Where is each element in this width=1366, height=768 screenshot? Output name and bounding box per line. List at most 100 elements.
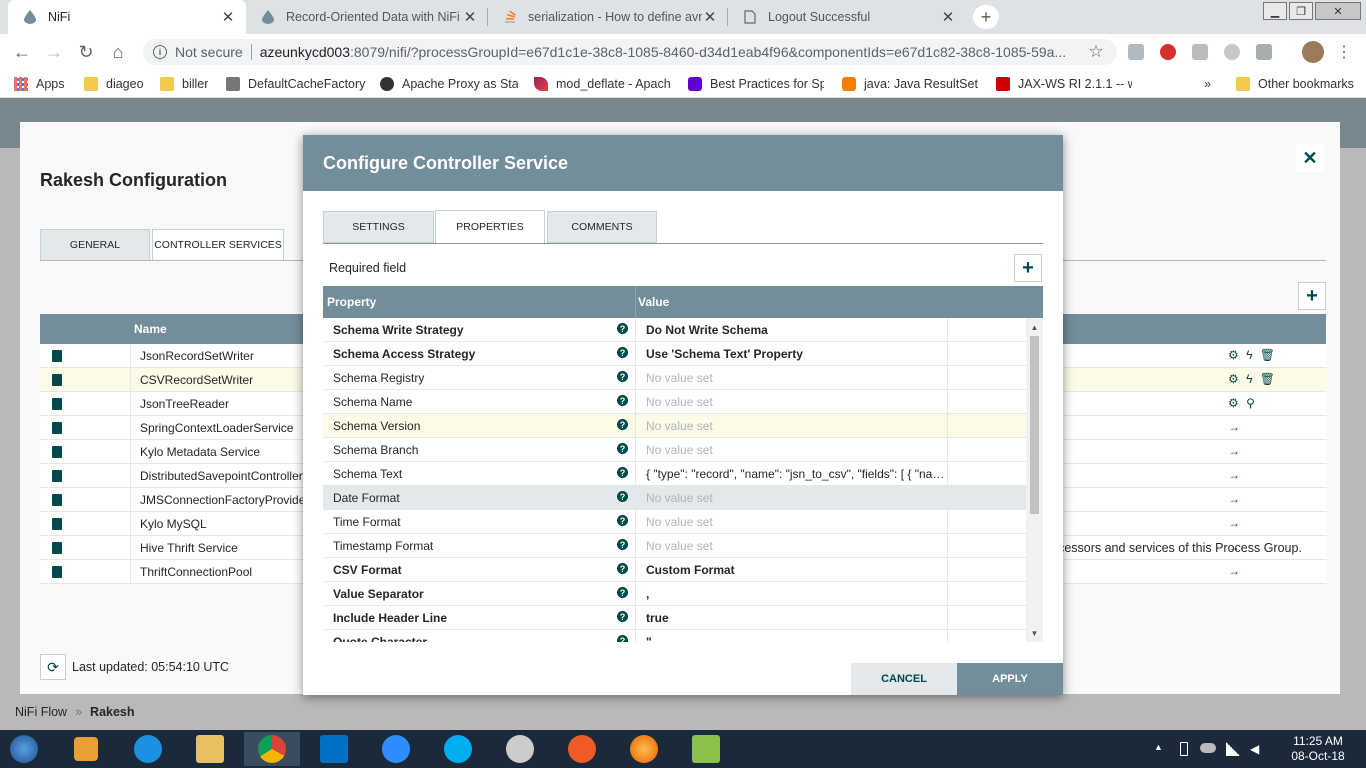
property-value[interactable]: No value set xyxy=(646,419,946,433)
row-actions-icon[interactable]: → xyxy=(1228,420,1242,434)
property-row[interactable]: Quote Character? " xyxy=(323,630,1026,642)
bookmark-mod-deflate[interactable]: mod_deflate - Apach xyxy=(534,75,670,93)
help-icon[interactable]: ? xyxy=(617,443,628,454)
home-icon[interactable]: ⌂ xyxy=(106,40,130,64)
taskbar-file-explorer[interactable] xyxy=(182,732,238,766)
maximize-window-button[interactable]: ❐ xyxy=(1289,2,1313,20)
start-button[interactable] xyxy=(4,732,44,766)
properties-scrollbar[interactable]: ▲ ▼ xyxy=(1026,318,1043,642)
property-row[interactable]: Schema Registry? No value set xyxy=(323,366,1026,390)
address-bar[interactable]: i Not secure azeunkycd003:8079/nifi/?pro… xyxy=(143,39,1117,65)
row-actions-icon[interactable]: ⚙ ⚲ xyxy=(1228,396,1257,410)
close-window-button[interactable]: ✕ xyxy=(1315,2,1361,20)
new-tab-button[interactable]: + xyxy=(973,5,999,29)
bookmark-java-resultset[interactable]: java: Java ResultSet M xyxy=(842,75,978,93)
taskbar-chrome[interactable] xyxy=(244,732,300,766)
property-row[interactable]: Schema Version? No value set xyxy=(323,414,1026,438)
help-icon[interactable]: ? xyxy=(617,587,628,598)
scrollbar-thumb[interactable] xyxy=(1030,336,1039,514)
property-value[interactable]: No value set xyxy=(646,539,946,553)
help-icon[interactable]: ? xyxy=(617,635,628,642)
property-value[interactable]: , xyxy=(646,587,946,601)
skype-extension-icon[interactable] xyxy=(1128,44,1144,60)
property-row[interactable]: Schema Branch? No value set xyxy=(323,438,1026,462)
add-controller-service-button[interactable]: + xyxy=(1298,282,1326,310)
cloud-icon[interactable] xyxy=(1200,743,1216,753)
row-actions-icon[interactable]: → xyxy=(1228,468,1242,482)
close-panel-icon[interactable]: ✕ xyxy=(1296,144,1324,172)
cancel-button[interactable]: CANCEL xyxy=(851,663,957,695)
property-row[interactable]: Schema Access Strategy? Use 'Schema Text'… xyxy=(323,342,1026,366)
bookmark-best-practices[interactable]: Best Practices for Spe xyxy=(688,75,824,93)
bookmark-diageo[interactable]: diageo xyxy=(84,75,144,93)
row-actions-icon[interactable]: → xyxy=(1228,516,1242,530)
menu-dots-icon[interactable]: ⋮ xyxy=(1332,40,1356,64)
breadcrumb-root[interactable]: NiFi Flow xyxy=(15,705,67,719)
help-icon[interactable]: ? xyxy=(617,611,628,622)
tab-properties[interactable]: PROPERTIES xyxy=(435,210,545,244)
property-value[interactable]: " xyxy=(646,635,946,642)
row-actions-icon[interactable]: → xyxy=(1228,444,1242,458)
apply-button[interactable]: APPLY xyxy=(957,663,1063,695)
property-row[interactable]: Schema Text? { "type": "record", "name": … xyxy=(323,462,1026,486)
taskbar-outlook[interactable] xyxy=(306,732,362,766)
system-clock[interactable]: 11:25 AM 08-Oct-18 xyxy=(1276,734,1360,764)
row-actions-icon[interactable]: → xyxy=(1228,492,1242,506)
network-icon[interactable] xyxy=(1226,742,1240,756)
property-value[interactable]: Do Not Write Schema xyxy=(646,323,946,337)
profile-avatar[interactable] xyxy=(1302,41,1324,63)
property-value[interactable]: Custom Format xyxy=(646,563,946,577)
help-icon[interactable]: ? xyxy=(617,467,628,478)
browser-tab-serialization[interactable]: serialization - How to define avro ✕ xyxy=(488,0,728,34)
help-icon[interactable]: ? xyxy=(617,491,628,502)
minimize-window-button[interactable]: ▁ xyxy=(1263,2,1287,20)
tab-comments[interactable]: COMMENTS xyxy=(547,211,657,243)
property-value[interactable]: { "type": "record", "name": "jsn_to_csv"… xyxy=(646,467,946,481)
browser-tab-record-oriented[interactable]: Record-Oriented Data with NiFi : ✕ xyxy=(246,0,488,34)
property-row[interactable]: Timestamp Format? No value set xyxy=(323,534,1026,558)
browser-tab-nifi[interactable]: NiFi ✕ xyxy=(8,0,246,34)
property-row[interactable]: Schema Name? No value set xyxy=(323,390,1026,414)
property-row[interactable]: Time Format? No value set xyxy=(323,510,1026,534)
property-row[interactable]: Value Separator?, xyxy=(323,582,1026,606)
bookmark-star-icon[interactable]: ☆ xyxy=(1084,40,1108,64)
bookmark-biller[interactable]: biller xyxy=(160,75,208,93)
back-arrow-icon[interactable]: ← xyxy=(10,40,34,64)
property-value[interactable]: No value set xyxy=(646,515,946,529)
row-actions-icon[interactable]: ⚙ ϟ 🗑 xyxy=(1228,372,1277,386)
tab-controller-services[interactable]: CONTROLLER SERVICES xyxy=(152,229,284,261)
property-row[interactable]: CSV Format? Custom Format xyxy=(323,558,1026,582)
bookmark-defaultcachefactory[interactable]: DefaultCacheFactory xyxy=(226,75,368,93)
breadcrumb-current[interactable]: Rakesh xyxy=(90,705,134,719)
bookmark-jax-ws[interactable]: JAX-WS RI 2.1.1 -- ws xyxy=(996,75,1132,93)
extension-icon[interactable] xyxy=(1192,44,1208,60)
add-property-button[interactable]: + xyxy=(1014,254,1042,282)
close-tab-icon[interactable]: ✕ xyxy=(462,8,478,26)
battery-icon[interactable] xyxy=(1180,742,1188,756)
scroll-down-arrow-icon[interactable]: ▼ xyxy=(1026,626,1043,640)
help-icon[interactable]: ? xyxy=(617,539,628,550)
forward-arrow-icon[interactable]: → xyxy=(42,40,66,64)
taskbar-firefox[interactable] xyxy=(616,732,672,766)
reload-icon[interactable]: ↻ xyxy=(74,40,98,64)
refresh-icon[interactable]: ⟳ xyxy=(40,654,66,680)
scroll-up-arrow-icon[interactable]: ▲ xyxy=(1026,320,1043,334)
bookmark-other[interactable]: Other bookmarks xyxy=(1236,75,1354,93)
help-icon[interactable]: ? xyxy=(617,323,628,334)
help-icon[interactable]: ? xyxy=(617,419,628,430)
camera-extension-icon[interactable] xyxy=(1256,44,1272,60)
help-icon[interactable]: ? xyxy=(617,395,628,406)
help-icon[interactable]: ? xyxy=(617,515,628,526)
info-icon[interactable]: i xyxy=(153,45,167,59)
row-actions-icon[interactable]: → xyxy=(1228,564,1242,578)
taskbar-app[interactable] xyxy=(492,732,548,766)
tab-general[interactable]: GENERAL xyxy=(40,229,150,261)
property-value[interactable]: Use 'Schema Text' Property xyxy=(646,347,946,361)
taskbar-project[interactable] xyxy=(678,732,734,766)
close-tab-icon[interactable]: ✕ xyxy=(702,8,718,26)
tray-expand-icon[interactable]: ▲ xyxy=(1154,742,1163,752)
property-value[interactable]: No value set xyxy=(646,443,946,457)
tab-settings[interactable]: SETTINGS xyxy=(323,211,434,243)
help-icon[interactable]: ? xyxy=(617,347,628,358)
bookmark-apache-proxy[interactable]: Apache Proxy as Stat xyxy=(380,75,518,93)
